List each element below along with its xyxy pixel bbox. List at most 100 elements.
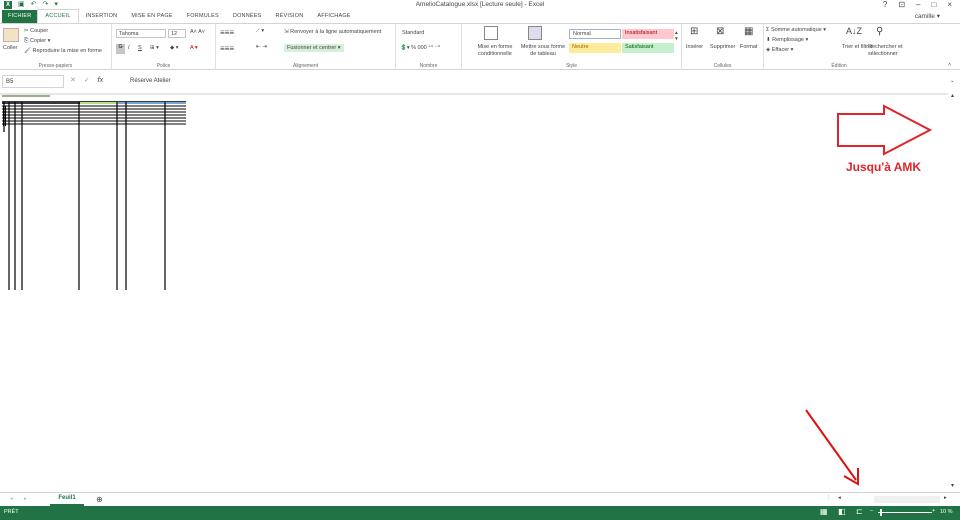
- alignment-label: Alignement: [292, 63, 318, 69]
- number-format-select[interactable]: Standard: [400, 29, 458, 38]
- tab-review[interactable]: RÉVISION: [269, 10, 311, 23]
- close-icon[interactable]: ×: [947, 0, 952, 9]
- worksheet-grid[interactable]: [0, 92, 948, 492]
- tab-file[interactable]: FICHIER: [2, 10, 38, 23]
- tab-page-layout[interactable]: MISE EN PAGE: [124, 10, 179, 23]
- normal-view-icon[interactable]: ▦: [820, 507, 828, 516]
- tab-data[interactable]: DONNÉES: [226, 10, 269, 23]
- sheet-nav-prev-icon[interactable]: ◂: [10, 496, 13, 502]
- add-sheet-icon[interactable]: ⊕: [96, 495, 103, 504]
- red-arrow-right: [837, 104, 933, 156]
- conditional-format-icon[interactable]: [484, 26, 498, 40]
- clear-button[interactable]: ◈ Effacer ▾: [766, 47, 793, 53]
- style-neutral[interactable]: Neutre: [569, 43, 621, 53]
- hscroll-right-icon[interactable]: ▸: [944, 495, 947, 501]
- sheet-nav-next-icon[interactable]: ▸: [24, 496, 27, 502]
- grow-font-icon[interactable]: A˄ A˅: [190, 29, 205, 35]
- find-select-icon[interactable]: ⚲: [876, 26, 883, 37]
- number-label: Nombre: [419, 63, 438, 69]
- save-icon[interactable]: ▣: [18, 1, 25, 9]
- enter-icon[interactable]: ✓: [84, 77, 90, 84]
- style-good[interactable]: Satisfaisant: [622, 43, 674, 53]
- name-box[interactable]: B5: [2, 75, 64, 88]
- page-break-view-icon[interactable]: ⊏: [856, 507, 863, 516]
- hscroll-left-icon[interactable]: ◂: [838, 495, 841, 501]
- fill-button[interactable]: ⬇ Remplissage ▾: [766, 37, 808, 43]
- wrap-text-button[interactable]: ⇲ Renvoyer à la ligne automatiquement: [284, 29, 381, 35]
- hscroll-thumb[interactable]: [874, 496, 940, 503]
- header-fill-green: [80, 102, 118, 104]
- function-icon[interactable]: fx: [98, 77, 103, 84]
- style-normal[interactable]: Normal: [569, 29, 621, 39]
- user-name[interactable]: camille ▾: [915, 12, 940, 20]
- underline-button[interactable]: S: [138, 45, 142, 51]
- indent-icon[interactable]: ⇤ ⇥: [256, 44, 267, 50]
- align-left-icon[interactable]: ≡≡≡: [220, 44, 234, 53]
- ribbon-display-icon[interactable]: ⊡: [898, 0, 905, 9]
- format-as-table-icon[interactable]: [528, 26, 542, 40]
- borders-icon[interactable]: ⊞ ▾: [150, 45, 159, 51]
- delete-cells-button[interactable]: Supprimer: [710, 44, 735, 50]
- formula-input[interactable]: Réserve Atelier: [126, 75, 948, 88]
- zoom-slider[interactable]: [878, 512, 932, 513]
- font-size-select[interactable]: 12: [168, 29, 186, 38]
- insert-cells-button[interactable]: Insérer: [686, 44, 703, 50]
- delete-cells-icon[interactable]: ⊠: [716, 26, 724, 37]
- format-cells-icon[interactable]: ▦: [744, 26, 753, 37]
- zoom-out-icon[interactable]: –: [870, 508, 873, 514]
- undo-icon[interactable]: ↶: [31, 1, 37, 9]
- copy-button[interactable]: ⎘ Copier ▾: [24, 38, 50, 45]
- paste-icon[interactable]: [3, 28, 19, 42]
- worksheet-canvas[interactable]: [0, 92, 948, 492]
- scroll-down-icon[interactable]: ▾: [951, 482, 954, 489]
- format-painter-button[interactable]: 🖌 Reproduire la mise en forme: [24, 48, 102, 54]
- zoom-slider-thumb[interactable]: [880, 509, 882, 516]
- cancel-icon[interactable]: ✕: [70, 77, 76, 84]
- fill-color-icon[interactable]: ◆ ▾: [170, 45, 179, 51]
- status-ready: PRÊT: [4, 509, 19, 515]
- tab-insert[interactable]: INSERTION: [79, 10, 125, 23]
- font-color-icon[interactable]: A ▾: [190, 45, 198, 51]
- conditional-format-button[interactable]: Mise en forme conditionnelle: [472, 44, 518, 58]
- align-top-icon[interactable]: ≡≡≡: [220, 28, 234, 37]
- help-icon[interactable]: ?: [883, 0, 887, 9]
- tab-view[interactable]: AFFICHAGE: [310, 10, 357, 23]
- expand-formula-icon[interactable]: ⌄: [950, 78, 955, 84]
- style-bad[interactable]: Insatisfaisant: [622, 29, 674, 39]
- customize-qat-icon[interactable]: ▾: [54, 1, 58, 9]
- bold-button[interactable]: G: [116, 44, 125, 54]
- zoom-in-icon[interactable]: +: [932, 508, 935, 514]
- maximize-icon[interactable]: □: [931, 0, 936, 9]
- tab-home[interactable]: ACCUEIL: [37, 9, 79, 23]
- find-select-button[interactable]: Rechercher et sélectionner: [868, 44, 910, 58]
- zoom-level[interactable]: 10 %: [940, 509, 953, 515]
- tab-formulas[interactable]: FORMULES: [180, 10, 226, 23]
- currency-icon[interactable]: 💲▾ % 000 ⁺⁰ ⁻⁰: [400, 45, 440, 51]
- ribbon-tabs: FICHIER ACCUEIL INSERTION MISE EN PAGE F…: [0, 9, 960, 24]
- number-group: Standard 💲▾ % 000 ⁺⁰ ⁻⁰ Nombre: [396, 24, 462, 70]
- sheet-tab-feuil1[interactable]: Feuil1: [50, 493, 84, 506]
- vertical-scrollbar[interactable]: ▴ ▾: [948, 90, 960, 492]
- styles-scroll-icon[interactable]: ▴ ▾: [675, 30, 678, 42]
- insert-cells-icon[interactable]: ⊞: [690, 26, 698, 37]
- scroll-up-icon[interactable]: ▴: [951, 92, 954, 99]
- minimize-icon[interactable]: –: [916, 0, 920, 9]
- formula-controls: ✕ ✓ fx: [70, 76, 103, 84]
- cut-button[interactable]: ✂ Couper: [24, 28, 48, 34]
- sort-filter-icon[interactable]: A↓Z: [846, 26, 862, 36]
- font-group: Tahoma 12 A˄ A˅ G I S ⊞ ▾ ◆ ▾ A ▾ Police: [112, 24, 216, 70]
- format-as-table-button[interactable]: Mettre sous forme de tableau: [518, 44, 568, 58]
- hscroll-separator-icon[interactable]: ⋮: [826, 495, 832, 501]
- format-cells-button[interactable]: Format: [740, 44, 757, 50]
- merge-center-button[interactable]: Fusionner et centrer ▾: [284, 44, 344, 52]
- paste-label[interactable]: Coller: [3, 45, 17, 51]
- sheet-tab-bar: ◂ ▸ Feuil1 ⊕ ⋮ ◂ ▸: [0, 492, 960, 506]
- font-name-select[interactable]: Tahoma: [116, 29, 166, 38]
- orientation-icon[interactable]: ⟋ ▾: [256, 28, 264, 35]
- page-layout-view-icon[interactable]: ◧: [838, 507, 846, 516]
- collapse-ribbon-icon[interactable]: ˄: [948, 62, 951, 68]
- autosum-button[interactable]: Σ Somme automatique ▾: [766, 27, 826, 33]
- window-title: AmelioCatalogue.xlsx [Lecture seule] - E…: [415, 1, 545, 8]
- italic-button[interactable]: I: [128, 45, 130, 51]
- redo-icon[interactable]: ↷: [43, 1, 49, 9]
